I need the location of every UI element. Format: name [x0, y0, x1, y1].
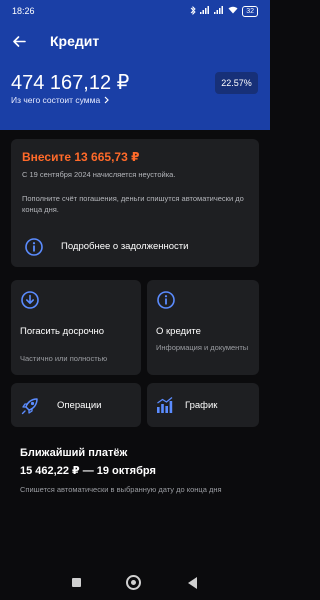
loan-info-tile[interactable]: О кредите Информация и документы	[147, 280, 259, 375]
recent-apps-button[interactable]	[72, 578, 81, 587]
next-payment-title: Ближайший платёж	[20, 447, 128, 459]
signal-icon	[214, 6, 224, 16]
wifi-icon	[228, 6, 238, 16]
schedule-label: График	[185, 400, 218, 411]
amount-breakdown-label: Из чего состоит сумма	[11, 95, 101, 105]
download-circle-icon	[20, 290, 40, 315]
schedule-button[interactable]: График	[147, 383, 259, 427]
page-title: Кредит	[50, 33, 100, 49]
signal-icon	[200, 6, 210, 16]
loan-amount: 474 167,12 ₽	[11, 72, 130, 94]
info-icon	[24, 237, 44, 262]
chevron-right-icon	[104, 96, 110, 104]
arrow-left-icon	[12, 35, 26, 47]
home-button[interactable]	[126, 575, 141, 590]
early-repayment-title: Погасить досрочно	[20, 326, 105, 337]
next-payment-value: 15 462,22 ₽ — 19 октября	[20, 465, 156, 477]
battery-indicator: 32	[242, 5, 258, 17]
status-icons: 32	[190, 5, 258, 17]
payment-due-card: Внесите 13 665,73 ₽ С 19 сентября 2024 н…	[11, 139, 259, 267]
payment-hint: Пополните счёт погашения, деньги спишутс…	[22, 194, 244, 214]
debt-details-link[interactable]: Подробнее о задолженности	[11, 233, 259, 261]
info-icon	[156, 290, 176, 315]
back-button[interactable]	[8, 30, 30, 52]
system-back-button[interactable]	[188, 577, 197, 589]
bar-chart-icon	[155, 395, 175, 420]
loan-info-title: О кредите	[156, 326, 201, 337]
operations-label: Операции	[57, 400, 102, 411]
interest-rate-badge: 22.57%	[215, 72, 258, 94]
debt-details-label: Подробнее о задолженности	[61, 241, 189, 252]
rocket-icon	[19, 395, 41, 422]
next-payment-note: Спишется автоматически в выбранную дату …	[20, 485, 222, 494]
early-repayment-tile[interactable]: Погасить досрочно Частично или полностью	[11, 280, 141, 375]
status-bar: 18:26 32	[0, 0, 270, 22]
payment-due-title: Внесите 13 665,73 ₽	[22, 150, 140, 164]
status-time: 18:26	[12, 6, 35, 16]
early-repayment-subtitle: Частично или полностью	[20, 354, 108, 363]
loan-info-subtitle: Информация и документы	[156, 343, 249, 352]
app-bar: Кредит	[0, 26, 270, 56]
bluetooth-icon	[190, 5, 196, 17]
amount-breakdown-link[interactable]: Из чего состоит сумма	[11, 95, 110, 105]
system-nav-bar	[0, 568, 270, 598]
penalty-warning: С 19 сентября 2024 начисляется неустойка…	[22, 170, 176, 179]
operations-button[interactable]: Операции	[11, 383, 141, 427]
